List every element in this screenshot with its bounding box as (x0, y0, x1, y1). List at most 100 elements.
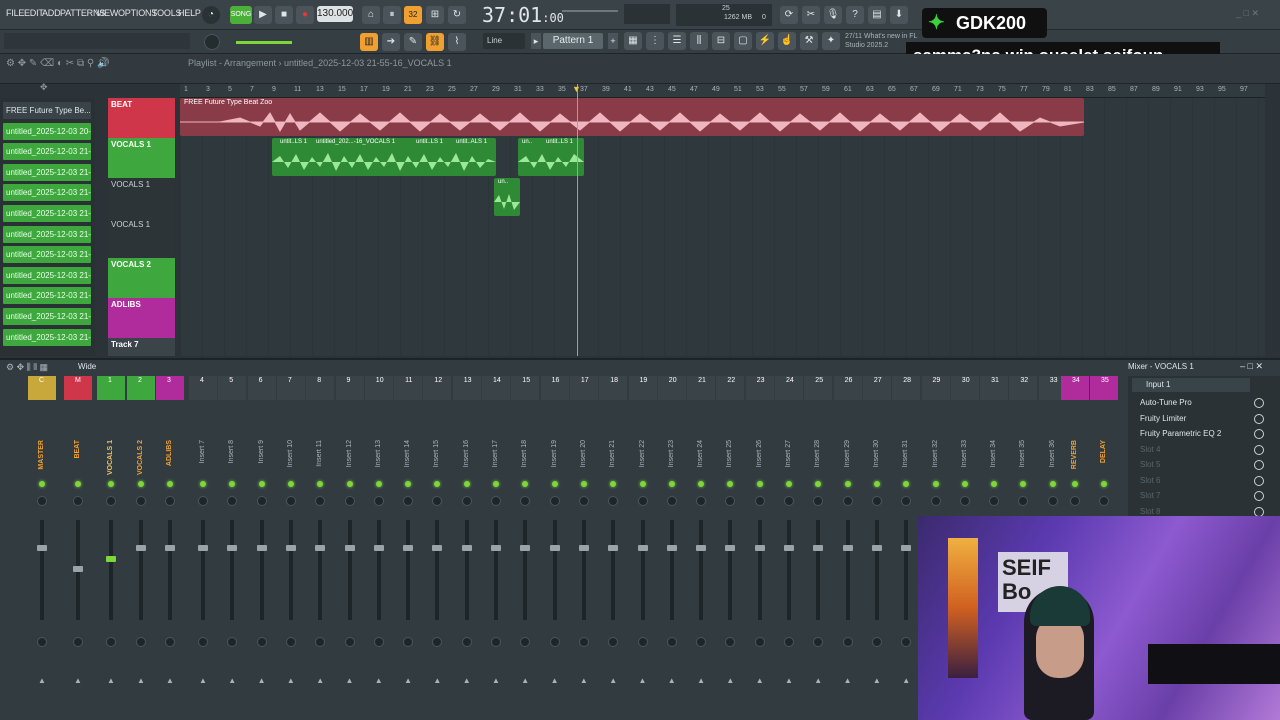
cpu-meter-icon[interactable]: ◔ (202, 6, 220, 24)
song-position-display[interactable]: 37:01:00 (482, 3, 564, 27)
mixer-route-arrow-icon[interactable]: ▲ (228, 676, 236, 685)
mixer-fader-handle[interactable] (227, 545, 238, 551)
mixer-pan-knob[interactable] (1099, 496, 1109, 506)
move-icon[interactable]: ✥ (40, 82, 48, 93)
mixer-channel-led[interactable] (375, 481, 382, 487)
mixer-fader-track[interactable] (669, 520, 674, 620)
mixer-channel-led[interactable] (668, 481, 675, 487)
mixer-channel-led[interactable] (551, 481, 558, 487)
track-header[interactable]: VOCALS 1 (108, 178, 175, 218)
plug-icon[interactable]: ⚡ (756, 32, 774, 50)
mixer-send-knob[interactable] (373, 637, 384, 647)
snap-select[interactable]: Line (483, 33, 525, 49)
fx-slot-enable-icon[interactable] (1254, 475, 1264, 486)
mixer-send-knob[interactable] (165, 637, 175, 647)
menu-tools[interactable]: TOOLS (152, 8, 182, 18)
vocal-clip-a[interactable]: untit..LS 1 untitled_202...-16_VOCALS 1 … (272, 138, 496, 176)
menu-help[interactable]: HELP (178, 8, 201, 18)
vocal-clip-f[interactable]: un.. untit..LS 1 (518, 138, 584, 176)
timeline-ruler[interactable]: 1 3 5 7 9 11 13 15 17 19 21 23 25 27 29 31 33 35 37 39 41 43 4… (180, 84, 1265, 98)
mixer-fader-track[interactable] (376, 520, 381, 620)
mixer-route-arrow-icon[interactable]: ▲ (316, 676, 324, 685)
pattern-item[interactable]: untitled_2025-12-03 21- (3, 308, 91, 325)
pattern-item[interactable]: untitled_2025-12-03 21- (3, 287, 91, 305)
mixer-icon[interactable]: ☰ (668, 32, 686, 50)
mixer-route-arrow-icon[interactable]: ▲ (74, 676, 82, 685)
stop-button[interactable]: ■ (275, 6, 293, 24)
mixer-pan-knob[interactable] (165, 496, 175, 506)
pattern-item[interactable]: untitled_2025-12-03 20- (3, 122, 91, 140)
mixer-fader-track[interactable] (523, 520, 528, 620)
track-header[interactable]: ADLIBS (108, 298, 175, 338)
mixer-fader-track[interactable] (435, 520, 440, 620)
mixer-fader-handle[interactable] (344, 545, 355, 551)
record-button[interactable]: ● (296, 6, 314, 24)
mixer-send-knob[interactable] (491, 637, 501, 647)
play-button[interactable]: ▶ (254, 6, 272, 24)
mixer-pan-knob[interactable] (491, 496, 501, 506)
mixer-send-knob[interactable] (754, 637, 765, 647)
mixer-fader-handle[interactable] (754, 545, 765, 551)
channel-rack-icon[interactable]: ⋮ (646, 32, 664, 50)
cut-icon[interactable]: ✂ (802, 6, 820, 24)
loop-record-icon[interactable]: ↻ (448, 6, 466, 24)
tools-icon[interactable]: ⚒ (800, 32, 818, 50)
fx-slot-enable-icon[interactable] (1254, 491, 1264, 501)
pattern-item[interactable]: untitled_2025-12-03 21- (3, 143, 91, 161)
mixer-route-arrow-icon[interactable]: ▲ (433, 676, 441, 685)
mixer-send-knob[interactable] (37, 637, 47, 647)
mixer-channel-led[interactable] (75, 481, 81, 487)
mixer-fader-track[interactable] (230, 520, 235, 620)
blend-notes-icon[interactable]: ⊞ (426, 6, 444, 24)
mixer-fader-handle[interactable] (784, 545, 794, 551)
mixer-fader-track[interactable] (640, 520, 645, 620)
mixer-window-controls[interactable]: – □ ✕ (1240, 361, 1263, 372)
mixer-pan-knob[interactable] (666, 496, 677, 506)
mixer-pan-knob[interactable] (784, 496, 794, 506)
mixer-channel-led[interactable] (1072, 481, 1078, 487)
mixer-mode[interactable]: Wide (78, 362, 96, 371)
mixer-pan-knob[interactable] (930, 496, 941, 506)
mixer-pan-knob[interactable] (461, 496, 472, 506)
mixer-pan-knob[interactable] (754, 496, 765, 506)
mixer-fader-handle[interactable] (37, 545, 47, 551)
menu-add[interactable]: ADD (42, 8, 61, 18)
mixer-channel-led[interactable] (493, 481, 499, 487)
track-header[interactable]: Track 7 (108, 338, 175, 356)
pattern-select[interactable]: Pattern 1 (543, 33, 603, 49)
mixer-route-arrow-icon[interactable]: ▲ (346, 676, 354, 685)
track-header[interactable]: BEAT (108, 98, 175, 138)
mixer-route-arrow-icon[interactable]: ▲ (902, 676, 910, 685)
help-icon[interactable]: ? (846, 6, 864, 24)
mixer-pan-knob[interactable] (256, 496, 267, 506)
piano-roll-icon[interactable]: ▥ (360, 33, 378, 51)
master-volume-knob[interactable] (204, 34, 220, 50)
playlist-tools[interactable]: ⚙ ✥ ✎ ⌫ ◐ ✂ ⧉ ⚲ 🔊 (6, 58, 109, 69)
pattern-add-icon[interactable]: + (608, 33, 618, 49)
mixer-fader-track[interactable] (139, 520, 143, 620)
mixer-route-arrow-icon[interactable]: ▲ (814, 676, 822, 685)
mixer-channel-led[interactable] (844, 481, 851, 487)
mixer-route-arrow-icon[interactable]: ▲ (756, 676, 764, 685)
mixer-fader-handle[interactable] (136, 545, 146, 551)
mixer-route-arrow-icon[interactable]: ▲ (580, 676, 588, 685)
mixer-fader-track[interactable] (259, 520, 264, 620)
pencil-icon[interactable]: ✎ (404, 33, 422, 51)
mixer-send-knob[interactable] (256, 637, 267, 647)
mixer-fader-handle[interactable] (373, 545, 384, 551)
vocal-clip-g[interactable]: un.. (494, 178, 520, 216)
mixer-fader-track[interactable] (904, 520, 909, 620)
menu-edit[interactable]: EDIT (24, 8, 44, 18)
fx-slot[interactable]: Auto-Tune Pro (1134, 396, 1264, 410)
pattern-prev-icon[interactable]: ▸ (531, 33, 541, 49)
mixer-pan-knob[interactable] (959, 496, 970, 506)
fx-slot-enable-icon[interactable] (1254, 413, 1264, 424)
mixer-fader-handle[interactable] (198, 545, 208, 551)
pattern-item[interactable]: untitled_2025-12-03 21- (3, 266, 91, 284)
mixer-channel-led[interactable] (1049, 481, 1056, 487)
window-minimize[interactable]: _ □ ✕ (1236, 8, 1259, 19)
mixer-fader-handle[interactable] (637, 545, 648, 551)
mixer-fader-handle[interactable] (901, 545, 912, 551)
mic-icon[interactable]: 🎙 (824, 6, 842, 24)
track-header[interactable]: VOCALS 2 (108, 258, 175, 298)
